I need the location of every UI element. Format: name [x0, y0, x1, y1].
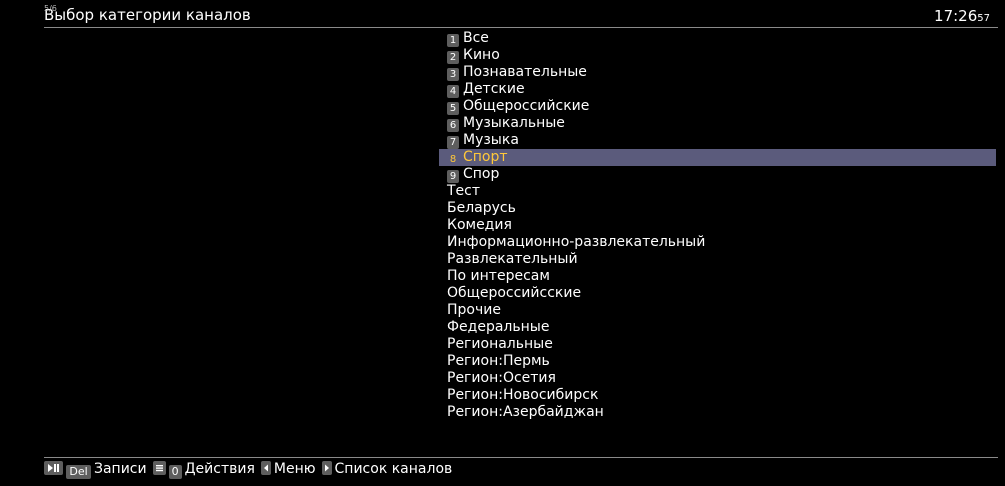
zero-key[interactable]: 0 [168, 465, 182, 479]
actions-label: Действия [184, 461, 255, 477]
category-label: Все [463, 30, 489, 46]
category-label: Тест [447, 183, 481, 199]
category-item[interactable]: Комедия [439, 217, 996, 234]
category-label: Кино [463, 47, 500, 63]
channels-label: Список каналов [334, 461, 453, 477]
category-label: Федеральные [447, 319, 550, 335]
category-label: Развлекательный [447, 251, 578, 267]
category-item[interactable]: Общероссийсские [439, 285, 996, 302]
category-label: Общероссийсские [447, 285, 582, 301]
category-label: Беларусь [447, 200, 516, 216]
category-item[interactable]: Региональные [439, 336, 996, 353]
category-label: Общероссийские [463, 98, 590, 114]
category-number: 3 [447, 68, 459, 81]
menu-label: Меню [273, 461, 316, 477]
del-key[interactable]: Del [66, 465, 91, 479]
category-item[interactable]: 3 Познавательные [439, 64, 996, 81]
title-badge: 5/6 [44, 4, 57, 13]
category-item[interactable]: Информационно-развлекательный [439, 234, 996, 251]
category-item[interactable]: 8 Спорт [439, 149, 996, 166]
category-number: 2 [447, 51, 459, 64]
category-label: Региональные [447, 336, 553, 352]
category-item[interactable]: 2 Кино [439, 47, 996, 64]
category-item[interactable]: 1 Все [439, 30, 996, 47]
category-number: 5 [447, 102, 459, 115]
category-label: Информационно-развлекательный [447, 234, 706, 250]
menu-icon[interactable] [152, 461, 166, 475]
category-item[interactable]: 5 Общероссийские [439, 98, 996, 115]
category-label: Познавательные [463, 64, 587, 80]
category-item[interactable]: Развлекательный [439, 251, 996, 268]
category-label: Регион:Азербайджан [447, 404, 604, 420]
category-item[interactable]: 9 Спор [439, 166, 996, 183]
category-number: 4 [447, 85, 459, 98]
category-number: 7 [447, 136, 459, 149]
title-area: 5/6 Выбор категории каналов [44, 4, 251, 25]
category-label: Прочие [447, 302, 501, 318]
category-label: Детские [463, 81, 525, 97]
category-label: Комедия [447, 217, 512, 233]
page-title: Выбор категории каналов [44, 6, 251, 24]
category-item[interactable]: 6 Музыкальные [439, 115, 996, 132]
category-number: 6 [447, 119, 459, 132]
category-list: 1 Все 2 Кино 3 Познавательные 4 Детские 5 Общерос… [439, 30, 996, 421]
footer-hints: Del Записи 0 Действия Меню Список каналов [44, 460, 458, 479]
category-label: По интересам [447, 268, 550, 284]
category-item[interactable]: Регион:Азербайджан [439, 404, 996, 421]
category-item[interactable]: Регион:Осетия [439, 370, 996, 387]
category-label: Музыкальные [463, 115, 565, 131]
category-item[interactable]: Прочие [439, 302, 996, 319]
category-item[interactable]: Федеральные [439, 319, 996, 336]
header-bar: 5/6 Выбор категории каналов 17:2657 [44, 0, 998, 28]
category-number: 8 [449, 154, 457, 165]
category-number: 1 [447, 34, 459, 47]
category-item[interactable]: 7 Музыка [439, 132, 996, 149]
category-item[interactable]: Тест [439, 183, 996, 200]
category-item[interactable]: 4 Детские [439, 81, 996, 98]
category-number: 9 [447, 170, 459, 183]
category-label: Регион:Новосибирск [447, 387, 599, 403]
clock-seconds: 57 [977, 13, 990, 24]
records-label: Записи [94, 461, 147, 477]
category-label: Регион:Пермь [447, 353, 550, 369]
clock-time: 17:26 [934, 7, 978, 25]
category-item[interactable]: Регион:Пермь [439, 353, 996, 370]
category-item[interactable]: Регион:Новосибирск [439, 387, 996, 404]
category-label: Регион:Осетия [447, 370, 556, 386]
category-label: Спорт [463, 149, 508, 165]
clock: 17:2657 [934, 6, 990, 29]
arrow-right-icon[interactable] [321, 461, 332, 475]
footer-bar: Del Записи 0 Действия Меню Список каналов [44, 457, 998, 486]
play-pause-icon[interactable] [44, 461, 63, 475]
category-label: Музыка [463, 132, 519, 148]
category-item[interactable]: Беларусь [439, 200, 996, 217]
category-item[interactable]: По интересам [439, 268, 996, 285]
category-label: Спор [463, 166, 500, 182]
arrow-left-icon[interactable] [260, 461, 271, 475]
